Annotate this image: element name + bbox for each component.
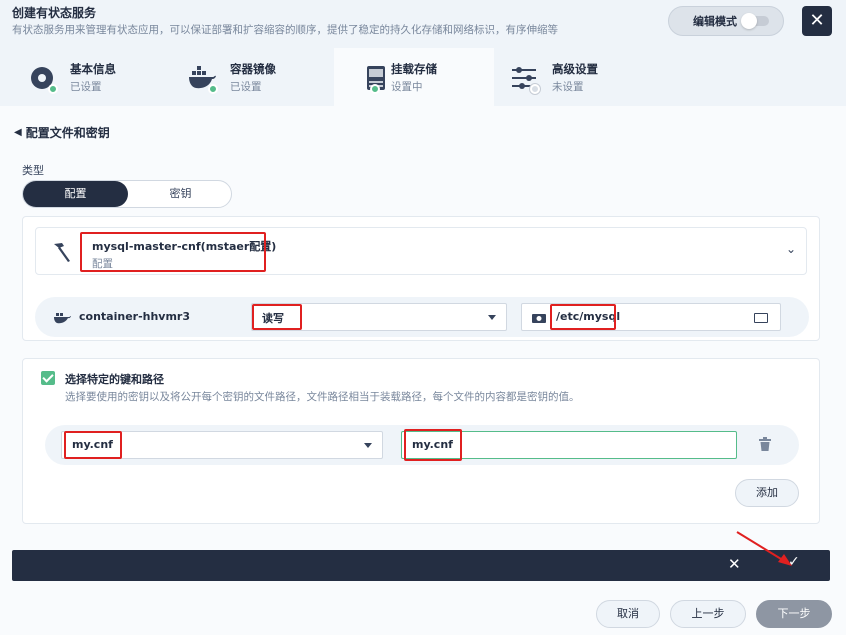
type-option-config[interactable]: 配置: [23, 181, 128, 207]
modal-subtitle: 有状态服务用来管理有状态应用，可以保证部署和扩容缩容的顺序，提供了稳定的持久化存…: [12, 24, 558, 36]
edit-mode-label: 编辑模式: [693, 15, 737, 28]
highlight-box: [550, 304, 616, 330]
confirm-bar: ✕ ✓: [12, 550, 830, 581]
resource-select[interactable]: mysql-master-cnf(mstaer配置) 配置 ⌄: [35, 227, 807, 275]
wizard-steps: 基本信息 已设置 容器镜像 已设置 挂载存储 设置中 高级设置 未设置: [0, 48, 846, 106]
status-dot: [208, 84, 218, 94]
step-mount-storage[interactable]: 挂载存储 设置中: [334, 48, 494, 106]
keys-title: 选择特定的键和路径: [65, 373, 164, 386]
cancel-button[interactable]: 取消: [596, 600, 660, 628]
keys-card: 选择特定的键和路径 选择要使用的密钥以及将公开每个密钥的文件路径，文件路径相当于…: [22, 358, 820, 524]
type-label: 类型: [22, 164, 44, 177]
step-state: 未设置: [552, 81, 584, 93]
step-state: 已设置: [70, 81, 102, 93]
step-name: 容器镜像: [230, 62, 276, 76]
key-select[interactable]: my.cnf: [61, 431, 383, 459]
edit-mode-toggle[interactable]: 编辑模式: [668, 6, 784, 36]
previous-button[interactable]: 上一步: [670, 600, 746, 628]
status-dot: [48, 84, 58, 94]
check-icon[interactable]: ✓: [788, 554, 800, 570]
mount-row: container-hhvmr3 读写 /etc/mysql: [35, 297, 809, 337]
cancel-icon[interactable]: ✕: [728, 555, 741, 573]
toggle-switch[interactable]: [741, 13, 769, 29]
mount-path-input[interactable]: /etc/mysql: [521, 303, 781, 331]
mount-mode-select[interactable]: 读写: [251, 303, 507, 331]
status-dot: [530, 84, 540, 94]
close-icon: ✕: [809, 10, 825, 31]
container-name: container-hhvmr3: [79, 310, 191, 323]
modal-content: ◀ 配置文件和密钥 类型 配置 密钥 mysql-master-cnf(msta…: [0, 106, 846, 635]
camera-icon: [532, 314, 546, 323]
keyboard-icon: [754, 313, 768, 323]
type-option-secret[interactable]: 密钥: [128, 181, 233, 207]
back-link[interactable]: ◀ 配置文件和密钥: [14, 124, 110, 141]
section-title: 配置文件和密钥: [25, 126, 110, 140]
highlight-box: [80, 232, 266, 272]
highlight-box: [252, 304, 302, 330]
chevron-down-icon[interactable]: ⌄: [786, 242, 796, 256]
step-state: 已设置: [230, 81, 262, 93]
docker-whale-icon: [54, 313, 71, 324]
key-path-row: my.cnf my.cnf: [45, 425, 799, 465]
caret-down-icon: [488, 315, 496, 320]
select-keys-checkbox[interactable]: [41, 371, 55, 385]
status-dot: [370, 84, 380, 94]
highlight-box: [404, 429, 462, 461]
modal-header: 创建有状态服务 有状态服务用来管理有状态应用，可以保证部署和扩容缩容的顺序，提供…: [0, 0, 846, 48]
trash-icon[interactable]: [759, 437, 771, 451]
step-container-image[interactable]: 容器镜像 已设置: [160, 48, 320, 106]
modal-title: 创建有状态服务: [12, 6, 97, 20]
caret-down-icon: [364, 443, 372, 448]
step-state: 设置中: [391, 81, 423, 93]
step-name: 挂载存储: [391, 62, 437, 76]
back-arrow-icon: ◀: [14, 127, 22, 138]
step-name: 基本信息: [70, 62, 116, 76]
step-basic-info[interactable]: 基本信息 已设置: [0, 48, 160, 106]
step-name: 高级设置: [552, 62, 598, 76]
type-segmented-control: 配置 密钥: [22, 180, 232, 208]
keys-description: 选择要使用的密钥以及将公开每个密钥的文件路径，文件路径相当于装载路径，每个文件的…: [65, 391, 580, 403]
hammer-icon: [54, 243, 70, 262]
path-input[interactable]: my.cnf: [401, 429, 737, 461]
step-advanced-settings[interactable]: 高级设置 未设置: [494, 48, 654, 106]
highlight-box: [64, 431, 122, 459]
close-button[interactable]: ✕: [802, 6, 832, 36]
resource-card: mysql-master-cnf(mstaer配置) 配置 ⌄ containe…: [22, 216, 820, 341]
next-button[interactable]: 下一步: [756, 600, 832, 628]
add-button[interactable]: 添加: [735, 479, 799, 507]
